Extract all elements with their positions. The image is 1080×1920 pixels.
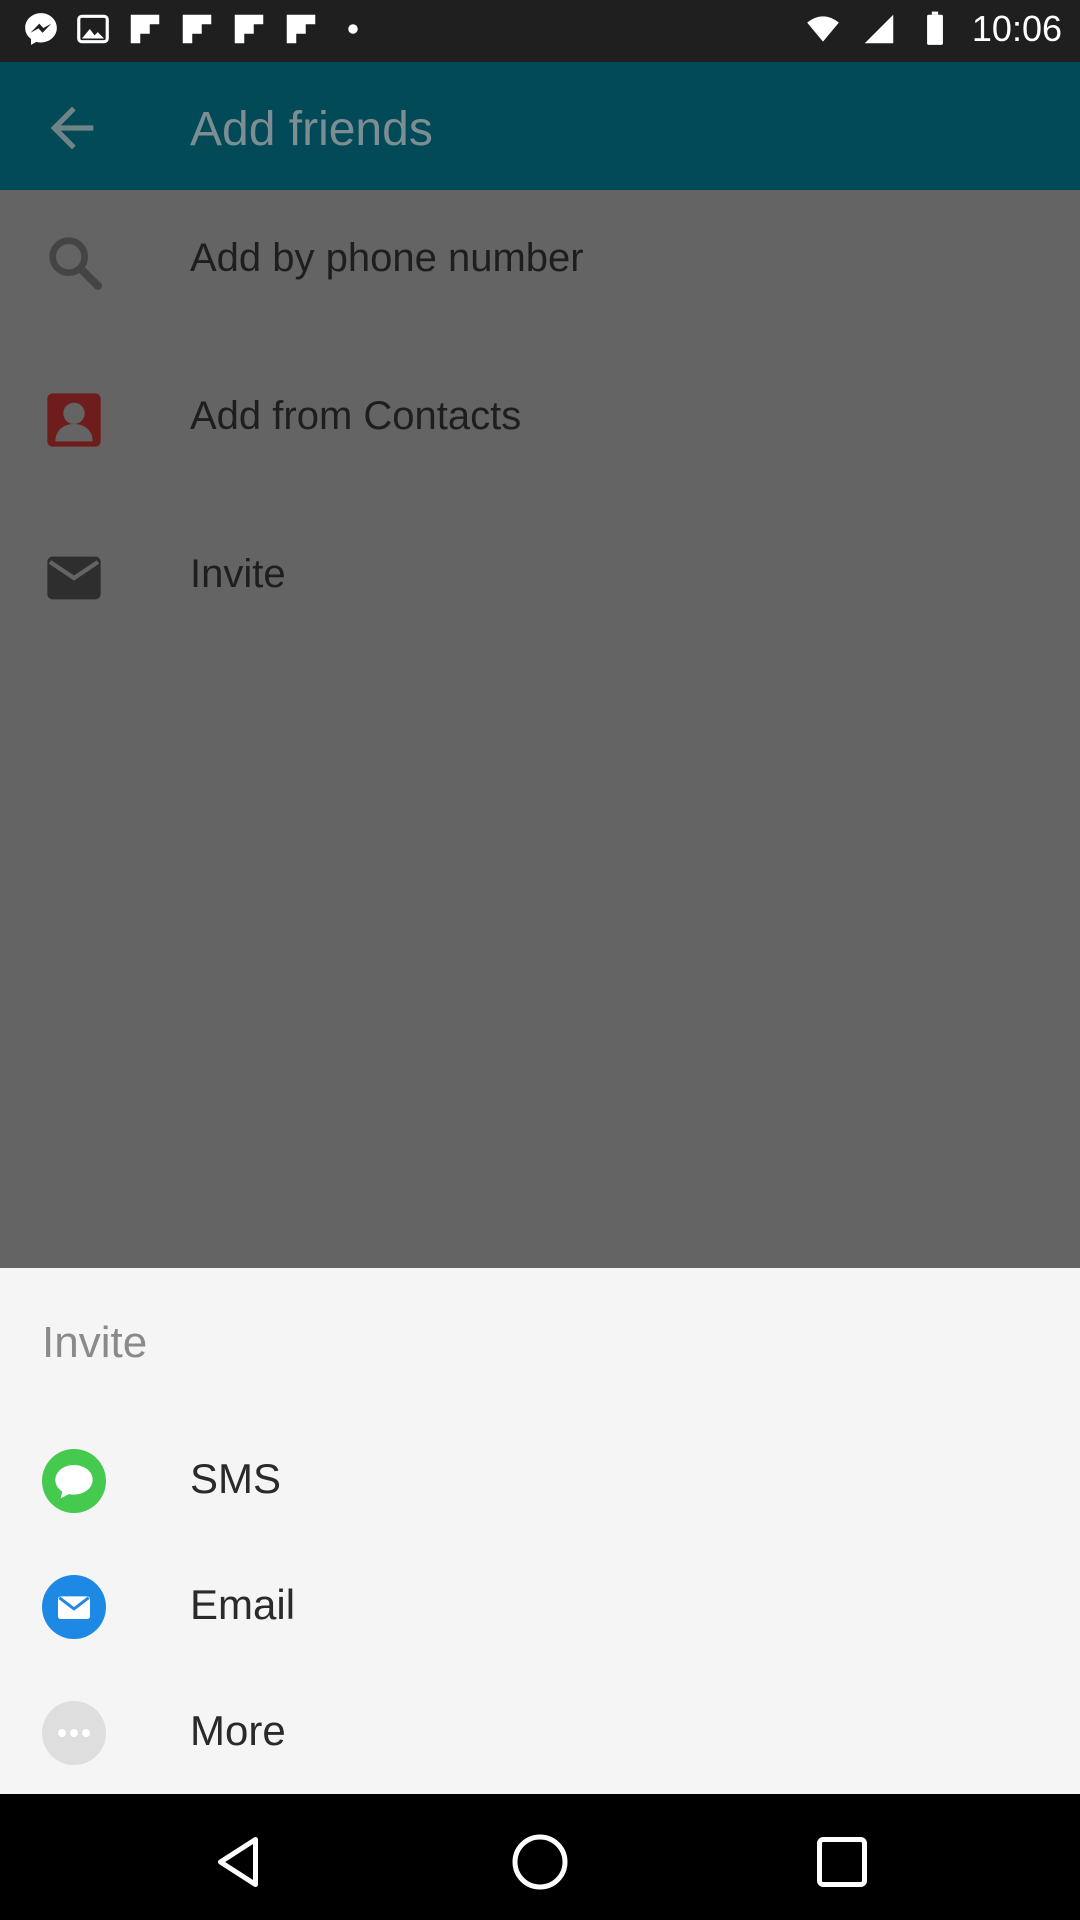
- recents-square-icon[interactable]: [812, 1832, 872, 1892]
- more-icon: [42, 1701, 106, 1765]
- list-item-add-by-phone[interactable]: Add by phone number: [0, 190, 1080, 330]
- app-bar: Add friends: [0, 62, 1080, 190]
- sheet-item-email[interactable]: Email: [0, 1545, 1080, 1665]
- sheet-item-more[interactable]: More: [0, 1671, 1080, 1791]
- contacts-icon: [47, 393, 101, 447]
- email-icon: [42, 1575, 106, 1639]
- back-triangle-icon[interactable]: [208, 1832, 268, 1892]
- mail-icon: [47, 556, 101, 600]
- more-dots-icon: [348, 24, 358, 34]
- back-arrow-icon[interactable]: [40, 96, 104, 160]
- list-item-invite[interactable]: Invite: [0, 506, 1080, 646]
- list-item-add-from-contacts[interactable]: Add from Contacts: [0, 348, 1080, 488]
- page-title: Add friends: [190, 103, 433, 156]
- messenger-icon: [25, 13, 57, 45]
- gallery-icon: [77, 14, 109, 44]
- list-item-label: Invite: [190, 552, 286, 596]
- status-time: 10:06: [971, 8, 1062, 49]
- notification-icons: [22, 10, 372, 48]
- wifi-icon: [807, 16, 839, 42]
- battery-icon: [926, 11, 943, 45]
- sheet-item-label: More: [190, 1707, 286, 1754]
- navigation-bar: [0, 1794, 1080, 1920]
- search-icon: [49, 237, 102, 290]
- flipboard-icon: [234, 14, 264, 44]
- status-bar: 10:06: [0, 0, 1080, 62]
- list-item-label: Add by phone number: [190, 236, 584, 280]
- sheet-item-label: SMS: [190, 1455, 282, 1502]
- list-item-label: Add from Contacts: [190, 394, 522, 438]
- home-circle-icon[interactable]: [510, 1832, 570, 1892]
- sms-icon: [42, 1449, 106, 1513]
- main-list: Add by phone number Add from Contacts In…: [0, 190, 1080, 1270]
- sheet-title: Invite: [42, 1318, 148, 1367]
- flipboard-icon: [130, 14, 160, 44]
- sheet-item-sms[interactable]: SMS: [0, 1419, 1080, 1539]
- invite-sheet: Invite SMS Email More: [0, 1268, 1080, 1794]
- flipboard-icon: [182, 14, 212, 44]
- signal-icon: [864, 14, 894, 44]
- system-icons: 10:06: [804, 8, 1062, 50]
- flipboard-icon: [286, 14, 316, 44]
- sheet-item-label: Email: [190, 1581, 296, 1628]
